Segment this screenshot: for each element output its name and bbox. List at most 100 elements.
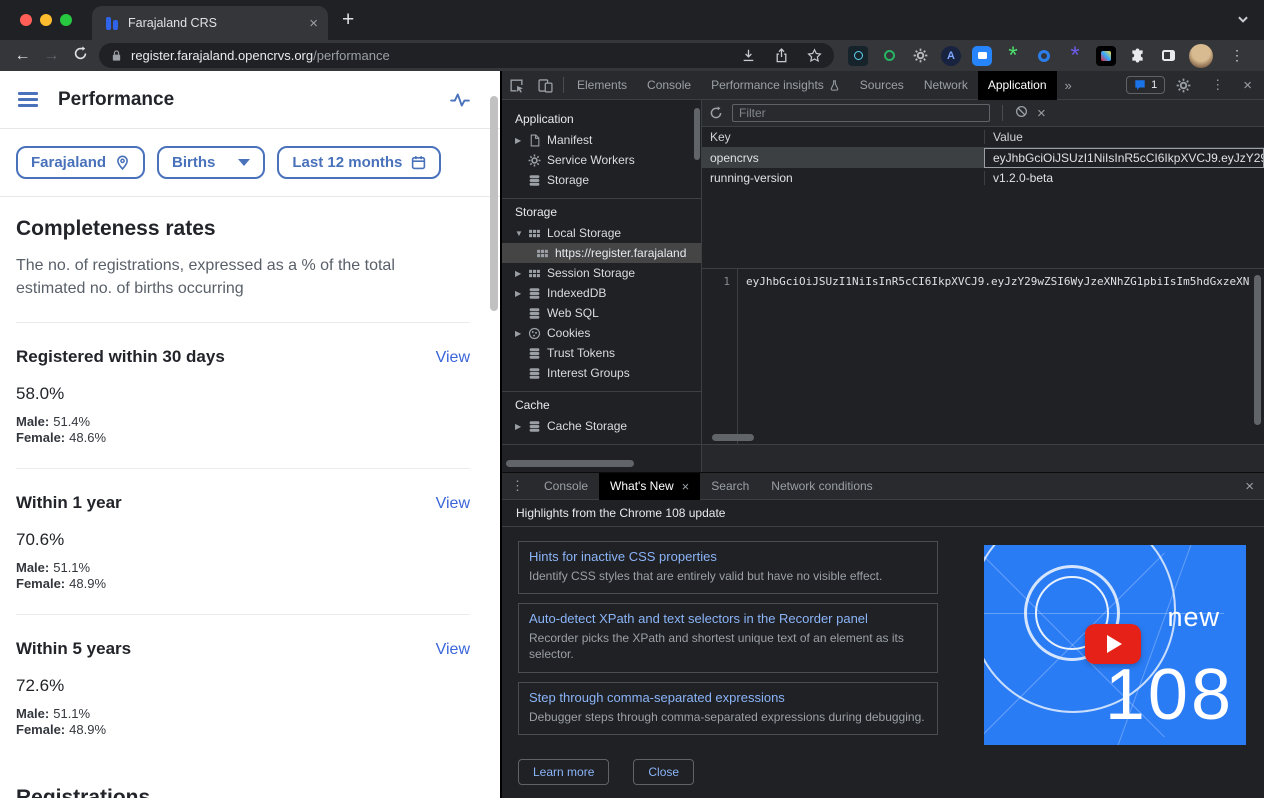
bookmark-star-icon[interactable] — [807, 48, 822, 63]
browser-tab[interactable]: Farajaland CRS — [92, 6, 328, 40]
tree-expand-icon[interactable] — [515, 136, 528, 145]
hamburger-menu-icon[interactable] — [18, 92, 38, 107]
whats-new-card: Auto-detect XPath and text selectors in … — [518, 603, 938, 672]
whats-new-link[interactable]: Hints for inactive CSS properties — [529, 549, 927, 564]
whats-new-link[interactable]: Step through comma-separated expressions — [529, 690, 927, 705]
drawer-tab-console[interactable]: Console — [533, 473, 599, 500]
drawer-menu-kebab-icon[interactable] — [502, 478, 533, 494]
more-tabs-icon[interactable] — [1057, 78, 1080, 93]
extension-a-icon[interactable] — [941, 46, 961, 66]
sidebar-item-session-storage[interactable]: Session Storage — [502, 263, 701, 283]
extensions-puzzle-icon[interactable] — [1127, 46, 1147, 66]
sidebar-vscrollbar-thumb[interactable] — [694, 108, 700, 160]
extension-green-asterisk-icon[interactable] — [1003, 46, 1023, 66]
extension-colorful-icon[interactable] — [1096, 46, 1116, 66]
drawer-tab-network-conditions[interactable]: Network conditions — [760, 473, 883, 500]
lock-icon[interactable] — [111, 49, 122, 62]
sidebar-item-cookies[interactable]: Cookies — [502, 323, 701, 343]
whats-new-card: Hints for inactive CSS properties Identi… — [518, 541, 938, 594]
devtools-panel: Elements Console Performance insights So… — [500, 71, 1264, 798]
column-header-value[interactable]: Value — [984, 130, 1264, 144]
chrome-108-promo-video[interactable]: new 108 — [984, 545, 1246, 745]
tab-close-icon[interactable] — [309, 16, 318, 31]
back-button[interactable] — [8, 47, 37, 65]
sidebar-item-storage[interactable]: Storage — [502, 170, 701, 190]
drawer-tab-search[interactable]: Search — [700, 473, 760, 500]
extension-c-ring-icon[interactable] — [1034, 46, 1054, 66]
device-toolbar-icon[interactable] — [531, 78, 560, 93]
view-link[interactable]: View — [436, 641, 470, 659]
tab-application[interactable]: Application — [978, 71, 1057, 100]
inspect-element-icon[interactable] — [502, 78, 531, 93]
storage-filter-input[interactable] — [732, 104, 990, 122]
sidebar-item-local-storage-origin[interactable]: https://register.farajaland — [502, 243, 701, 263]
whats-new-link[interactable]: Auto-detect XPath and text selectors in … — [529, 611, 927, 626]
sidebar-item-local-storage[interactable]: Local Storage — [502, 223, 701, 243]
event-filter-button[interactable]: Births — [157, 146, 265, 179]
forward-button[interactable] — [37, 47, 66, 65]
delete-selected-icon[interactable] — [1037, 105, 1046, 122]
tab-search-chevron-icon[interactable] — [1236, 12, 1250, 26]
extension-purple-asterisk-icon[interactable] — [1065, 46, 1085, 66]
view-link[interactable]: View — [436, 495, 470, 513]
tab-network[interactable]: Network — [914, 71, 978, 100]
location-filter-button[interactable]: Farajaland — [16, 146, 145, 179]
sidebar-item-indexeddb[interactable]: IndexedDB — [502, 283, 701, 303]
sidebar-item-manifest[interactable]: Manifest — [502, 130, 701, 150]
close-button[interactable]: Close — [633, 759, 694, 785]
sidebar-item-web-sql[interactable]: Web SQL — [502, 303, 701, 323]
whats-new-description: Debugger steps through comma-separated e… — [529, 709, 927, 725]
side-panel-icon[interactable] — [1158, 46, 1178, 66]
devtools-close-icon[interactable] — [1237, 77, 1258, 94]
tab-performance-insights[interactable]: Performance insights — [701, 71, 850, 100]
tree-expand-icon[interactable] — [515, 422, 528, 431]
sidebar-item-interest-groups[interactable]: Interest Groups — [502, 363, 701, 383]
tree-expand-icon[interactable] — [515, 289, 528, 298]
address-bar[interactable]: register.farajaland.opencrvs.org/perform… — [99, 43, 834, 68]
sidebar-item-trust-tokens[interactable]: Trust Tokens — [502, 343, 701, 363]
profile-avatar[interactable] — [1189, 44, 1213, 68]
tree-expand-icon[interactable] — [515, 329, 528, 338]
promo-new-label: new — [1167, 602, 1220, 633]
column-header-key[interactable]: Key — [702, 130, 984, 144]
sidebar-hscrollbar-thumb[interactable] — [506, 460, 634, 467]
storage-row-running-version[interactable]: running-version v1.2.0-beta — [702, 168, 1264, 188]
tab-elements[interactable]: Elements — [567, 71, 637, 100]
sidebar-item-cache-storage[interactable]: Cache Storage — [502, 416, 701, 436]
tab-console[interactable]: Console — [637, 71, 701, 100]
new-tab-button[interactable] — [342, 6, 354, 34]
page-scrollbar-thumb[interactable] — [490, 96, 498, 311]
time-range-filter-button[interactable]: Last 12 months — [277, 146, 441, 179]
extension-gear-icon[interactable] — [910, 46, 930, 66]
drawer-close-icon[interactable] — [1239, 478, 1260, 495]
performance-pulse-icon[interactable] — [450, 92, 470, 108]
share-icon[interactable] — [774, 48, 789, 63]
install-download-icon[interactable] — [741, 48, 756, 63]
clear-storage-block-icon[interactable] — [1015, 105, 1028, 121]
browser-menu-kebab-icon[interactable] — [1224, 47, 1250, 64]
tab-sources[interactable]: Sources — [850, 71, 914, 100]
messages-badge[interactable]: 1 — [1126, 76, 1165, 94]
extension-target-icon[interactable] — [879, 46, 899, 66]
reload-button[interactable] — [66, 46, 95, 66]
pane-bottom-strip — [702, 444, 1264, 472]
extension-camera-icon[interactable] — [972, 46, 992, 66]
tree-collapse-icon[interactable] — [515, 229, 528, 238]
storage-row-opencrvs[interactable]: opencrvs eyJhbGciOiJSUzI1NiIsInR5cCI6Ikp… — [702, 148, 1264, 168]
tree-expand-icon[interactable] — [515, 269, 528, 278]
drawer-tab-whats-new[interactable]: What's New — [599, 473, 700, 500]
sidebar-item-service-workers[interactable]: Service Workers — [502, 150, 701, 170]
learn-more-button[interactable]: Learn more — [518, 759, 609, 785]
maximize-window-button[interactable] — [60, 14, 72, 26]
close-whats-new-icon[interactable] — [682, 473, 690, 500]
minimize-window-button[interactable] — [40, 14, 52, 26]
preview-hscrollbar-thumb[interactable] — [712, 434, 754, 441]
devtools-menu-kebab-icon[interactable] — [1202, 77, 1233, 93]
close-window-button[interactable] — [20, 14, 32, 26]
refresh-icon[interactable] — [709, 106, 723, 120]
rate-section: Within 5 years View 72.6% Male:51.1% Fem… — [16, 614, 470, 738]
extension-react-icon[interactable] — [848, 46, 868, 66]
preview-vscrollbar-thumb[interactable] — [1254, 275, 1261, 425]
devtools-settings-gear-icon[interactable] — [1169, 78, 1198, 93]
view-link[interactable]: View — [436, 349, 470, 367]
